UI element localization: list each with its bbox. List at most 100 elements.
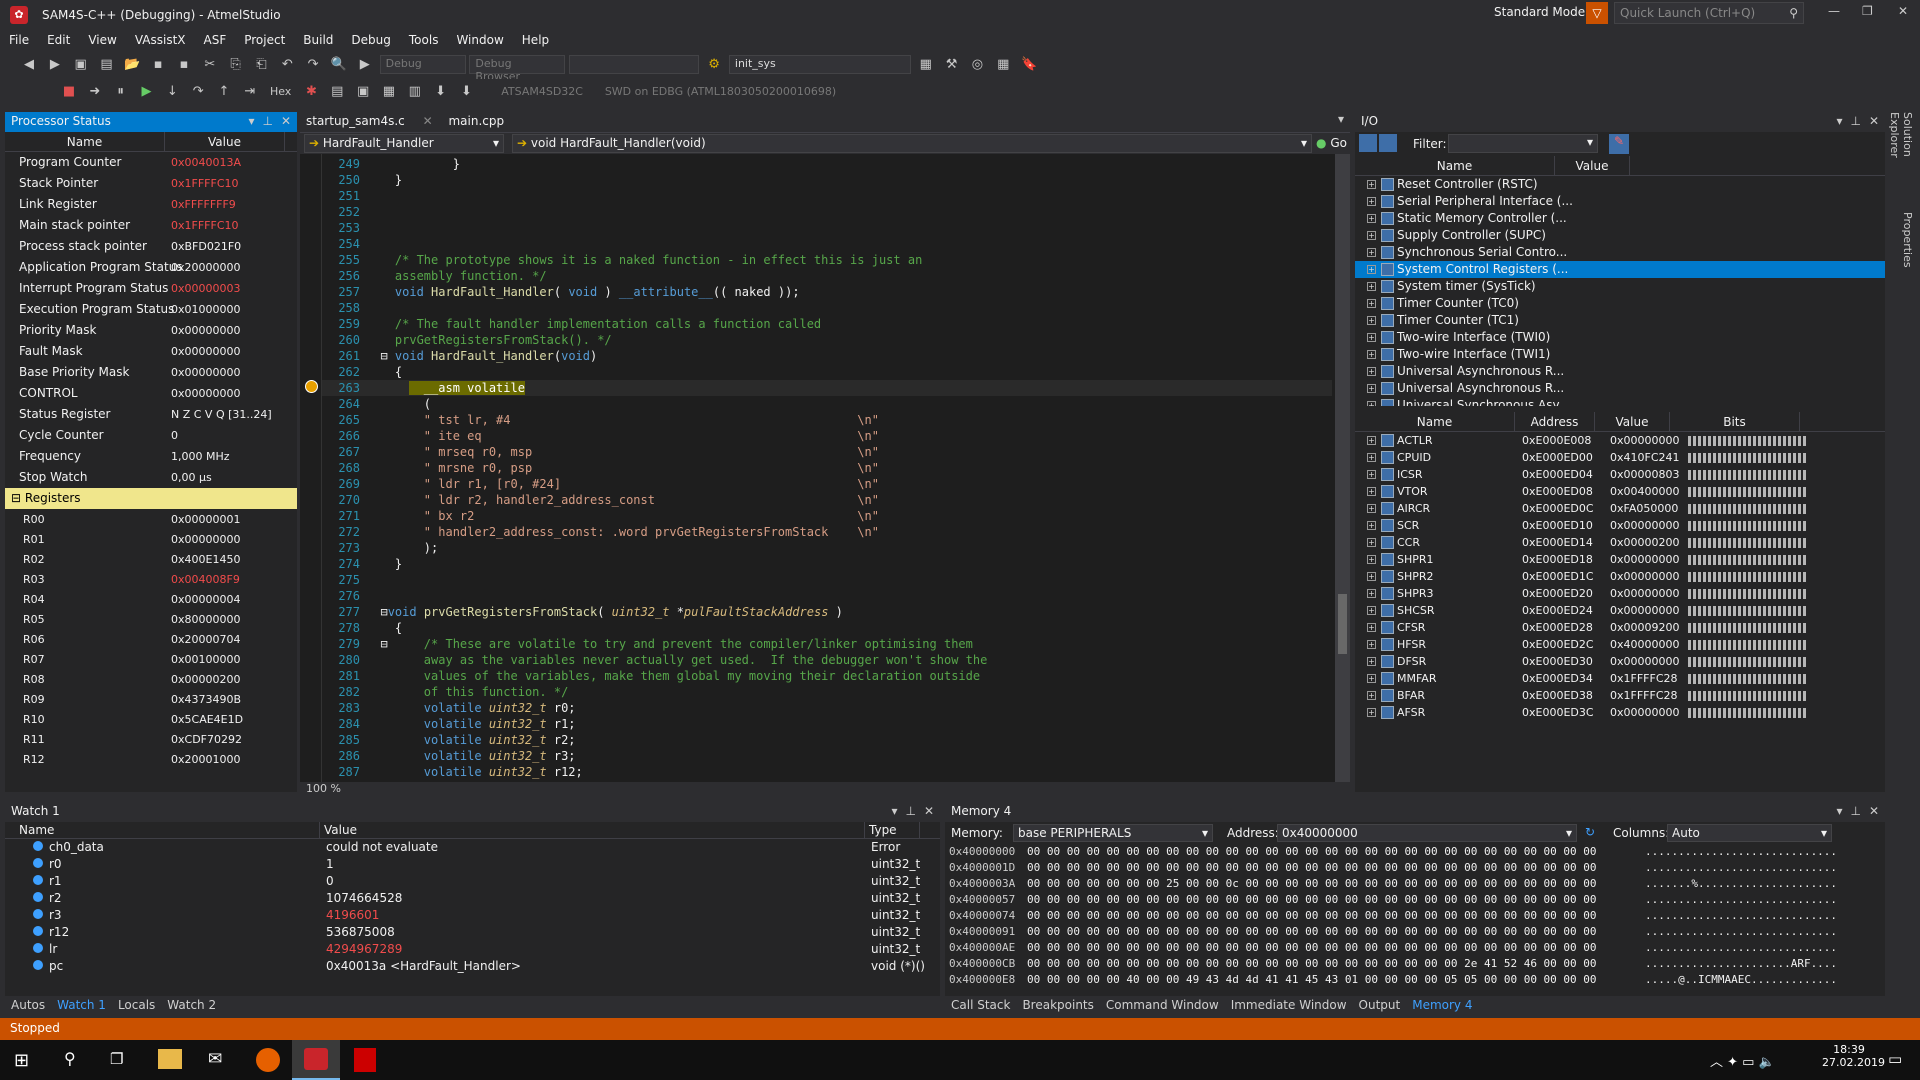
- minimize-button[interactable]: —: [1828, 4, 1840, 18]
- register-bits[interactable]: [1688, 605, 1806, 616]
- expand-icon[interactable]: +: [1367, 504, 1376, 513]
- expand-icon[interactable]: +: [1367, 487, 1376, 496]
- watch-row[interactable]: r0 1 uint32_t: [5, 856, 940, 873]
- clock[interactable]: 18:39 27.02.2019: [1822, 1043, 1885, 1069]
- expand-icon[interactable]: +: [1367, 538, 1376, 547]
- find-icon[interactable]: 🔍: [330, 56, 348, 74]
- processor-row[interactable]: Execution Program Status0x01000000: [5, 299, 297, 320]
- register-bits[interactable]: [1688, 673, 1806, 684]
- tab-locals[interactable]: Locals: [112, 996, 161, 1014]
- memory-row[interactable]: 0x400000AE 00 00 00 00 00 00 00 00 00 00 …: [945, 940, 1885, 956]
- close-tab-icon[interactable]: ✕: [423, 114, 433, 128]
- expand-icon[interactable]: +: [1367, 299, 1376, 308]
- processor-row[interactable]: Program Counter 0x0040013A: [5, 152, 297, 173]
- processor-row[interactable]: Fault Mask 0x00000000: [5, 341, 297, 362]
- expand-icon[interactable]: +: [1367, 350, 1376, 359]
- expand-icon[interactable]: +: [1367, 606, 1376, 615]
- erase-icon[interactable]: ⬇: [457, 83, 475, 101]
- firefox-icon[interactable]: [256, 1048, 280, 1072]
- tab-output[interactable]: Output: [1353, 996, 1407, 1014]
- menu-edit[interactable]: Edit: [38, 30, 79, 50]
- debug-settings-icon[interactable]: ◎: [968, 56, 986, 74]
- peripheral-item[interactable]: + Universal Synchronous Asy...: [1355, 397, 1885, 406]
- register-bits[interactable]: [1688, 622, 1806, 633]
- tab-immediate-window[interactable]: Immediate Window: [1225, 996, 1353, 1014]
- register-row[interactable]: R03 0x004008F9: [5, 569, 297, 589]
- registers-group[interactable]: ⊟ Registers: [5, 488, 297, 509]
- chevron-down-icon[interactable]: ▾: [1836, 804, 1842, 818]
- add-item-icon[interactable]: ▤: [97, 56, 115, 74]
- close-icon[interactable]: ✕: [1869, 114, 1879, 128]
- start-icon[interactable]: ▶: [356, 56, 374, 74]
- device-icon[interactable]: ▦: [917, 56, 935, 74]
- expand-icon[interactable]: +: [1367, 248, 1376, 257]
- memory-row[interactable]: 0x40000074 00 00 00 00 00 00 00 00 00 00 …: [945, 908, 1885, 924]
- expand-icon[interactable]: +: [1367, 197, 1376, 206]
- processor-row[interactable]: Cycle Counter 0: [5, 425, 297, 446]
- expand-icon[interactable]: +: [1367, 265, 1376, 274]
- stop-debugging-icon[interactable]: ■: [60, 83, 78, 101]
- peripheral-item[interactable]: + Universal Asynchronous R...: [1355, 363, 1885, 380]
- watch-row[interactable]: r1 0 uint32_t: [5, 873, 940, 890]
- quick-launch-input[interactable]: Quick Launch (Ctrl+Q) ⚲: [1614, 2, 1804, 24]
- peripheral-item[interactable]: + Two-wire Interface (TWI0): [1355, 329, 1885, 346]
- expand-icon[interactable]: +: [1367, 231, 1376, 240]
- menu-build[interactable]: Build: [294, 30, 342, 50]
- memory-row[interactable]: 0x400000E8 00 00 00 00 00 40 00 00 49 43 …: [945, 972, 1885, 988]
- expand-icon[interactable]: +: [1367, 453, 1376, 462]
- processor-row[interactable]: Interrupt Program Status 0x00000003: [5, 278, 297, 299]
- zoom-level[interactable]: 100 %: [306, 782, 341, 795]
- tab-main[interactable]: main.cpp: [442, 112, 510, 130]
- io-register-row[interactable]: + AFSR 0xE000ED3C 0x00000000: [1355, 704, 1885, 721]
- chip-icon[interactable]: ▦: [994, 56, 1012, 74]
- io-register-row[interactable]: + ICSR 0xE000ED04 0x00000803: [1355, 466, 1885, 483]
- close-icon[interactable]: ✕: [1869, 804, 1879, 818]
- windows-start-icon[interactable]: ⊞: [14, 1050, 29, 1071]
- member-dropdown[interactable]: ➔ void HardFault_Handler(void) ▾: [512, 134, 1312, 153]
- tray-icons[interactable]: ︿ ✦ ▭ 🔈: [1710, 1051, 1775, 1070]
- expand-icon[interactable]: +: [1367, 214, 1376, 223]
- io-register-row[interactable]: + CCR 0xE000ED14 0x00000200: [1355, 534, 1885, 551]
- notifications-icon[interactable]: ▭: [1888, 1050, 1902, 1068]
- menu-debug[interactable]: Debug: [342, 30, 399, 50]
- register-bits[interactable]: [1688, 707, 1806, 718]
- register-bits[interactable]: [1688, 503, 1806, 514]
- break-all-icon[interactable]: ⏸: [112, 83, 130, 101]
- register-row[interactable]: R05 0x80000000: [5, 609, 297, 629]
- menu-help[interactable]: Help: [513, 30, 558, 50]
- chevron-down-icon[interactable]: ▾: [891, 804, 897, 818]
- watch-row[interactable]: r3 4196601 uint32_t: [5, 907, 940, 924]
- disassembly-icon[interactable]: ▣: [354, 83, 372, 101]
- expand-icon[interactable]: +: [1367, 674, 1376, 683]
- expand-icon[interactable]: +: [1367, 572, 1376, 581]
- address-input[interactable]: 0x40000000 ▾: [1277, 824, 1577, 842]
- register-bits[interactable]: [1688, 554, 1806, 565]
- expand-icon[interactable]: +: [1367, 640, 1376, 649]
- expand-icon[interactable]: +: [1367, 623, 1376, 632]
- register-row[interactable]: R10 0x5CAE4E1D: [5, 709, 297, 729]
- expand-icon[interactable]: +: [1367, 470, 1376, 479]
- expand-icon[interactable]: +: [1367, 691, 1376, 700]
- peripheral-item[interactable]: + Universal Asynchronous R...: [1355, 380, 1885, 397]
- register-bits[interactable]: [1688, 571, 1806, 582]
- processor-row[interactable]: Frequency 1,000 MHz: [5, 446, 297, 467]
- watch-row[interactable]: lr 4294967289 uint32_t: [5, 941, 940, 958]
- tool-icon[interactable]: ⚒: [943, 56, 961, 74]
- io-register-row[interactable]: + VTOR 0xE000ED08 0x00400000: [1355, 483, 1885, 500]
- io-register-row[interactable]: + DFSR 0xE000ED30 0x00000000: [1355, 653, 1885, 670]
- register-bits[interactable]: [1688, 520, 1806, 531]
- pin-icon[interactable]: ⊥: [905, 804, 915, 818]
- io-register-row[interactable]: + HFSR 0xE000ED2C 0x40000000: [1355, 636, 1885, 653]
- undo-icon[interactable]: ↶: [278, 56, 296, 74]
- close-icon[interactable]: ✕: [924, 804, 934, 818]
- processor-row[interactable]: Priority Mask 0x00000000: [5, 320, 297, 341]
- chevron-down-icon[interactable]: ▾: [248, 114, 254, 128]
- pdf-reader-icon[interactable]: [354, 1048, 376, 1072]
- function-dropdown[interactable]: init_sys: [728, 55, 911, 74]
- register-bits[interactable]: [1688, 486, 1806, 497]
- step-over-icon[interactable]: ↷: [189, 83, 207, 101]
- register-row[interactable]: R07 0x00100000: [5, 649, 297, 669]
- redo-icon[interactable]: ↷: [304, 56, 322, 74]
- register-bits[interactable]: [1688, 656, 1806, 667]
- register-bits[interactable]: [1688, 537, 1806, 548]
